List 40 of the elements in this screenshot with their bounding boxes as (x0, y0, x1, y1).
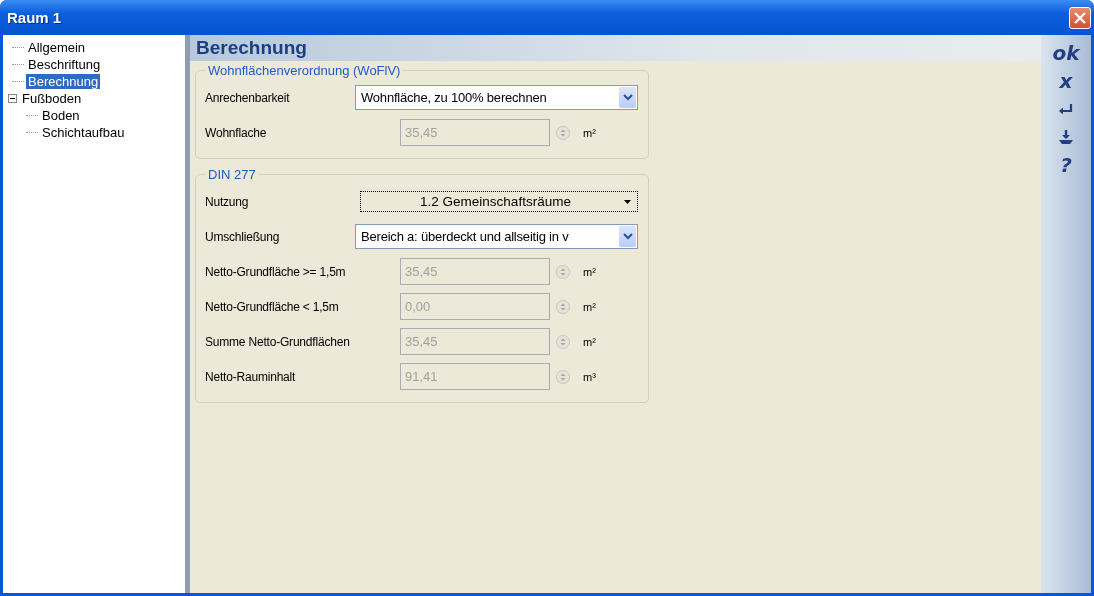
unit-label: m² (583, 335, 596, 348)
field-label: Nutzung (205, 194, 250, 209)
caret-icon (624, 199, 631, 204)
dropdown-button[interactable]: 1.2 Gemeinschaftsräume (360, 191, 638, 212)
close-icon (1073, 10, 1087, 25)
group-title: DIN 277 (207, 167, 257, 182)
window-title: Raum 1 (7, 9, 62, 26)
field-label: Netto-Grundfläche < 1,5m (205, 299, 340, 314)
chevron-down-icon (619, 226, 636, 247)
spinner-icon[interactable] (556, 299, 570, 314)
dropdown[interactable]: Wohnfläche, zu 100% berechnen (355, 85, 638, 110)
spinner-icon[interactable] (556, 369, 570, 384)
unit-label: m² (583, 265, 596, 278)
field-label: Wohnflache (205, 125, 268, 140)
collapse-icon[interactable] (8, 94, 17, 103)
spinner-icon[interactable] (556, 264, 570, 279)
unit-label: m² (583, 126, 596, 139)
chevron-down-icon (619, 87, 636, 108)
toolbar-button[interactable]: ok (1052, 41, 1080, 65)
tree-item[interactable]: Schichtaufbau (40, 125, 127, 140)
toolbar-button[interactable]: x (1059, 69, 1073, 93)
spinner-icon[interactable] (556, 125, 570, 140)
field-label: Netto-Rauminhalt (205, 369, 297, 384)
tree-item[interactable]: Allgemein (26, 40, 88, 55)
field-label: Umschließung (205, 229, 281, 244)
spinner-icon[interactable] (556, 334, 570, 349)
toolbar-button[interactable]: ? (1060, 153, 1072, 177)
unit-label: m² (583, 300, 596, 313)
field-label: Summe Netto-Grundflächen (205, 334, 351, 349)
unit-label: m³ (583, 370, 596, 383)
tree-item[interactable]: Berechnung (26, 74, 101, 89)
page-title: Berechnung (196, 37, 307, 59)
dropdown[interactable]: Bereich a: überdeckt und allseitig in v (355, 224, 638, 249)
group-title: Wohnflächenverordnung (WoFlV) (207, 63, 402, 78)
tree-item[interactable]: Boden (40, 108, 82, 123)
tree-item[interactable]: Fußboden (20, 91, 84, 106)
close-button[interactable] (1069, 6, 1091, 29)
field-label: Netto-Grundfläche >= 1,5m (205, 264, 347, 279)
tree-item[interactable]: Beschriftung (26, 57, 103, 72)
field-label: Anrechenbarkeit (205, 90, 291, 105)
